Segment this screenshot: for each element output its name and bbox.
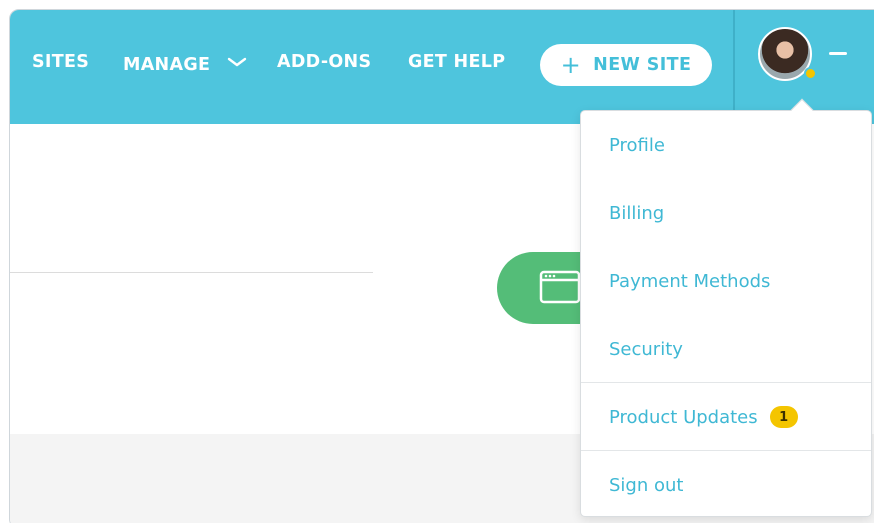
top-navigation-bar: SITES MANAGE ADD-ONS GET HELP + NEW SITE (10, 10, 874, 124)
plus-icon: + (560, 51, 582, 79)
nav-add-ons[interactable]: ADD-ONS (277, 52, 371, 72)
notification-badge: 1 (769, 406, 798, 428)
nav-get-help[interactable]: GET HELP (408, 52, 505, 72)
chevron-down-icon (227, 52, 247, 72)
menu-item-payment-methods[interactable]: Payment Methods (581, 247, 871, 315)
user-dropdown-menu: Profile Billing Payment Methods Security… (580, 110, 872, 517)
header-divider (733, 10, 735, 124)
nav-sites[interactable]: SITES (32, 52, 89, 72)
new-site-button[interactable]: + NEW SITE (540, 44, 712, 86)
menu-item-billing[interactable]: Billing (581, 179, 871, 247)
menu-item-product-updates[interactable]: Product Updates 1 (581, 383, 871, 451)
minus-icon[interactable] (829, 52, 847, 55)
nav-manage-label: MANAGE (123, 55, 211, 75)
menu-item-security[interactable]: Security (581, 315, 871, 383)
status-indicator (804, 67, 817, 80)
nav-manage[interactable]: MANAGE (123, 52, 247, 75)
menu-item-sign-out[interactable]: Sign out (581, 451, 871, 519)
browser-window-icon (539, 270, 581, 308)
menu-item-label: Product Updates (609, 406, 758, 428)
new-site-label: NEW SITE (593, 55, 692, 75)
menu-item-profile[interactable]: Profile (581, 111, 871, 179)
content-divider (10, 272, 373, 273)
